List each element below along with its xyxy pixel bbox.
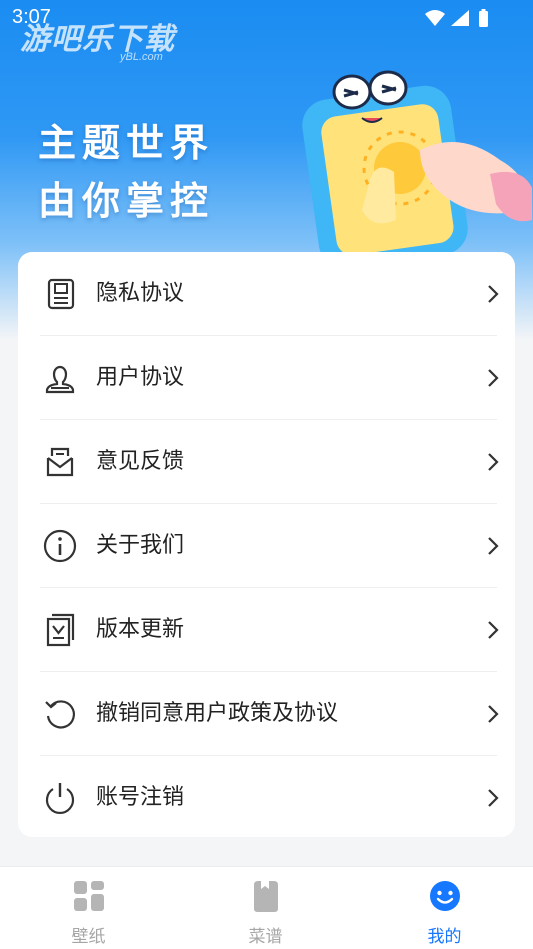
smile-icon	[430, 881, 460, 911]
menu-item-version-update[interactable]: 版本更新	[18, 588, 515, 672]
menu-item-label: 撤销同意用户政策及协议	[96, 701, 339, 726]
user-icon	[45, 365, 75, 394]
menu-item-label: 账号注销	[96, 785, 185, 810]
tab-label: 壁纸	[71, 927, 106, 947]
chevron-right-icon	[488, 621, 499, 639]
menu-item-user-agreement[interactable]: 用户协议	[18, 336, 515, 420]
menu-item-label: 关于我们	[96, 533, 185, 558]
tab-mine[interactable]: 我的	[356, 867, 533, 949]
menu-item-privacy[interactable]: 隐私协议	[18, 252, 515, 336]
update-icon	[46, 613, 75, 647]
document-icon	[47, 278, 75, 310]
menu-item-label: 用户协议	[96, 365, 185, 390]
battery-icon	[479, 11, 488, 27]
mail-icon	[46, 447, 74, 477]
menu-item-feedback[interactable]: 意见反馈	[18, 420, 515, 504]
menu-item-label: 隐私协议	[96, 281, 185, 306]
mascot-illustration	[302, 70, 532, 255]
book-icon	[254, 881, 278, 912]
chevron-right-icon	[488, 789, 499, 807]
chevron-right-icon	[488, 369, 499, 387]
banner-title: 主题世界 由你掌控	[38, 114, 214, 230]
menu-item-revoke-consent[interactable]: 撤销同意用户政策及协议	[18, 672, 515, 756]
watermark-sub: yBL.com	[120, 51, 163, 63]
tab-wallpaper[interactable]: 壁纸	[0, 867, 177, 949]
menu-item-label: 版本更新	[96, 617, 185, 642]
status-icons	[425, 9, 488, 27]
chevron-right-icon	[488, 537, 499, 555]
chevron-right-icon	[488, 705, 499, 723]
tab-recipes[interactable]: 菜谱	[177, 867, 354, 949]
tab-label: 菜谱	[248, 927, 283, 947]
wifi-icon	[425, 10, 445, 26]
revoke-icon	[45, 700, 75, 729]
banner-line-2: 由你掌控	[38, 179, 215, 223]
menu-item-label: 意见反馈	[96, 449, 185, 474]
menu-item-delete-account[interactable]: 账号注销	[18, 756, 515, 840]
bottom-tab-bar: 壁纸 菜谱 我的	[0, 866, 533, 949]
settings-card: 隐私协议 用户协议 意见反馈 关于我们 版本更新 撤销同意用户政策及协议 账号注…	[18, 252, 515, 837]
grid-icon	[74, 881, 104, 911]
info-icon	[43, 529, 77, 563]
banner-line-1: 主题世界	[38, 121, 215, 165]
chevron-right-icon	[488, 453, 499, 471]
chevron-right-icon	[488, 285, 499, 303]
power-icon	[45, 783, 75, 814]
menu-item-about[interactable]: 关于我们	[18, 504, 515, 588]
signal-icon	[451, 10, 469, 26]
tab-label: 我的	[427, 927, 462, 947]
